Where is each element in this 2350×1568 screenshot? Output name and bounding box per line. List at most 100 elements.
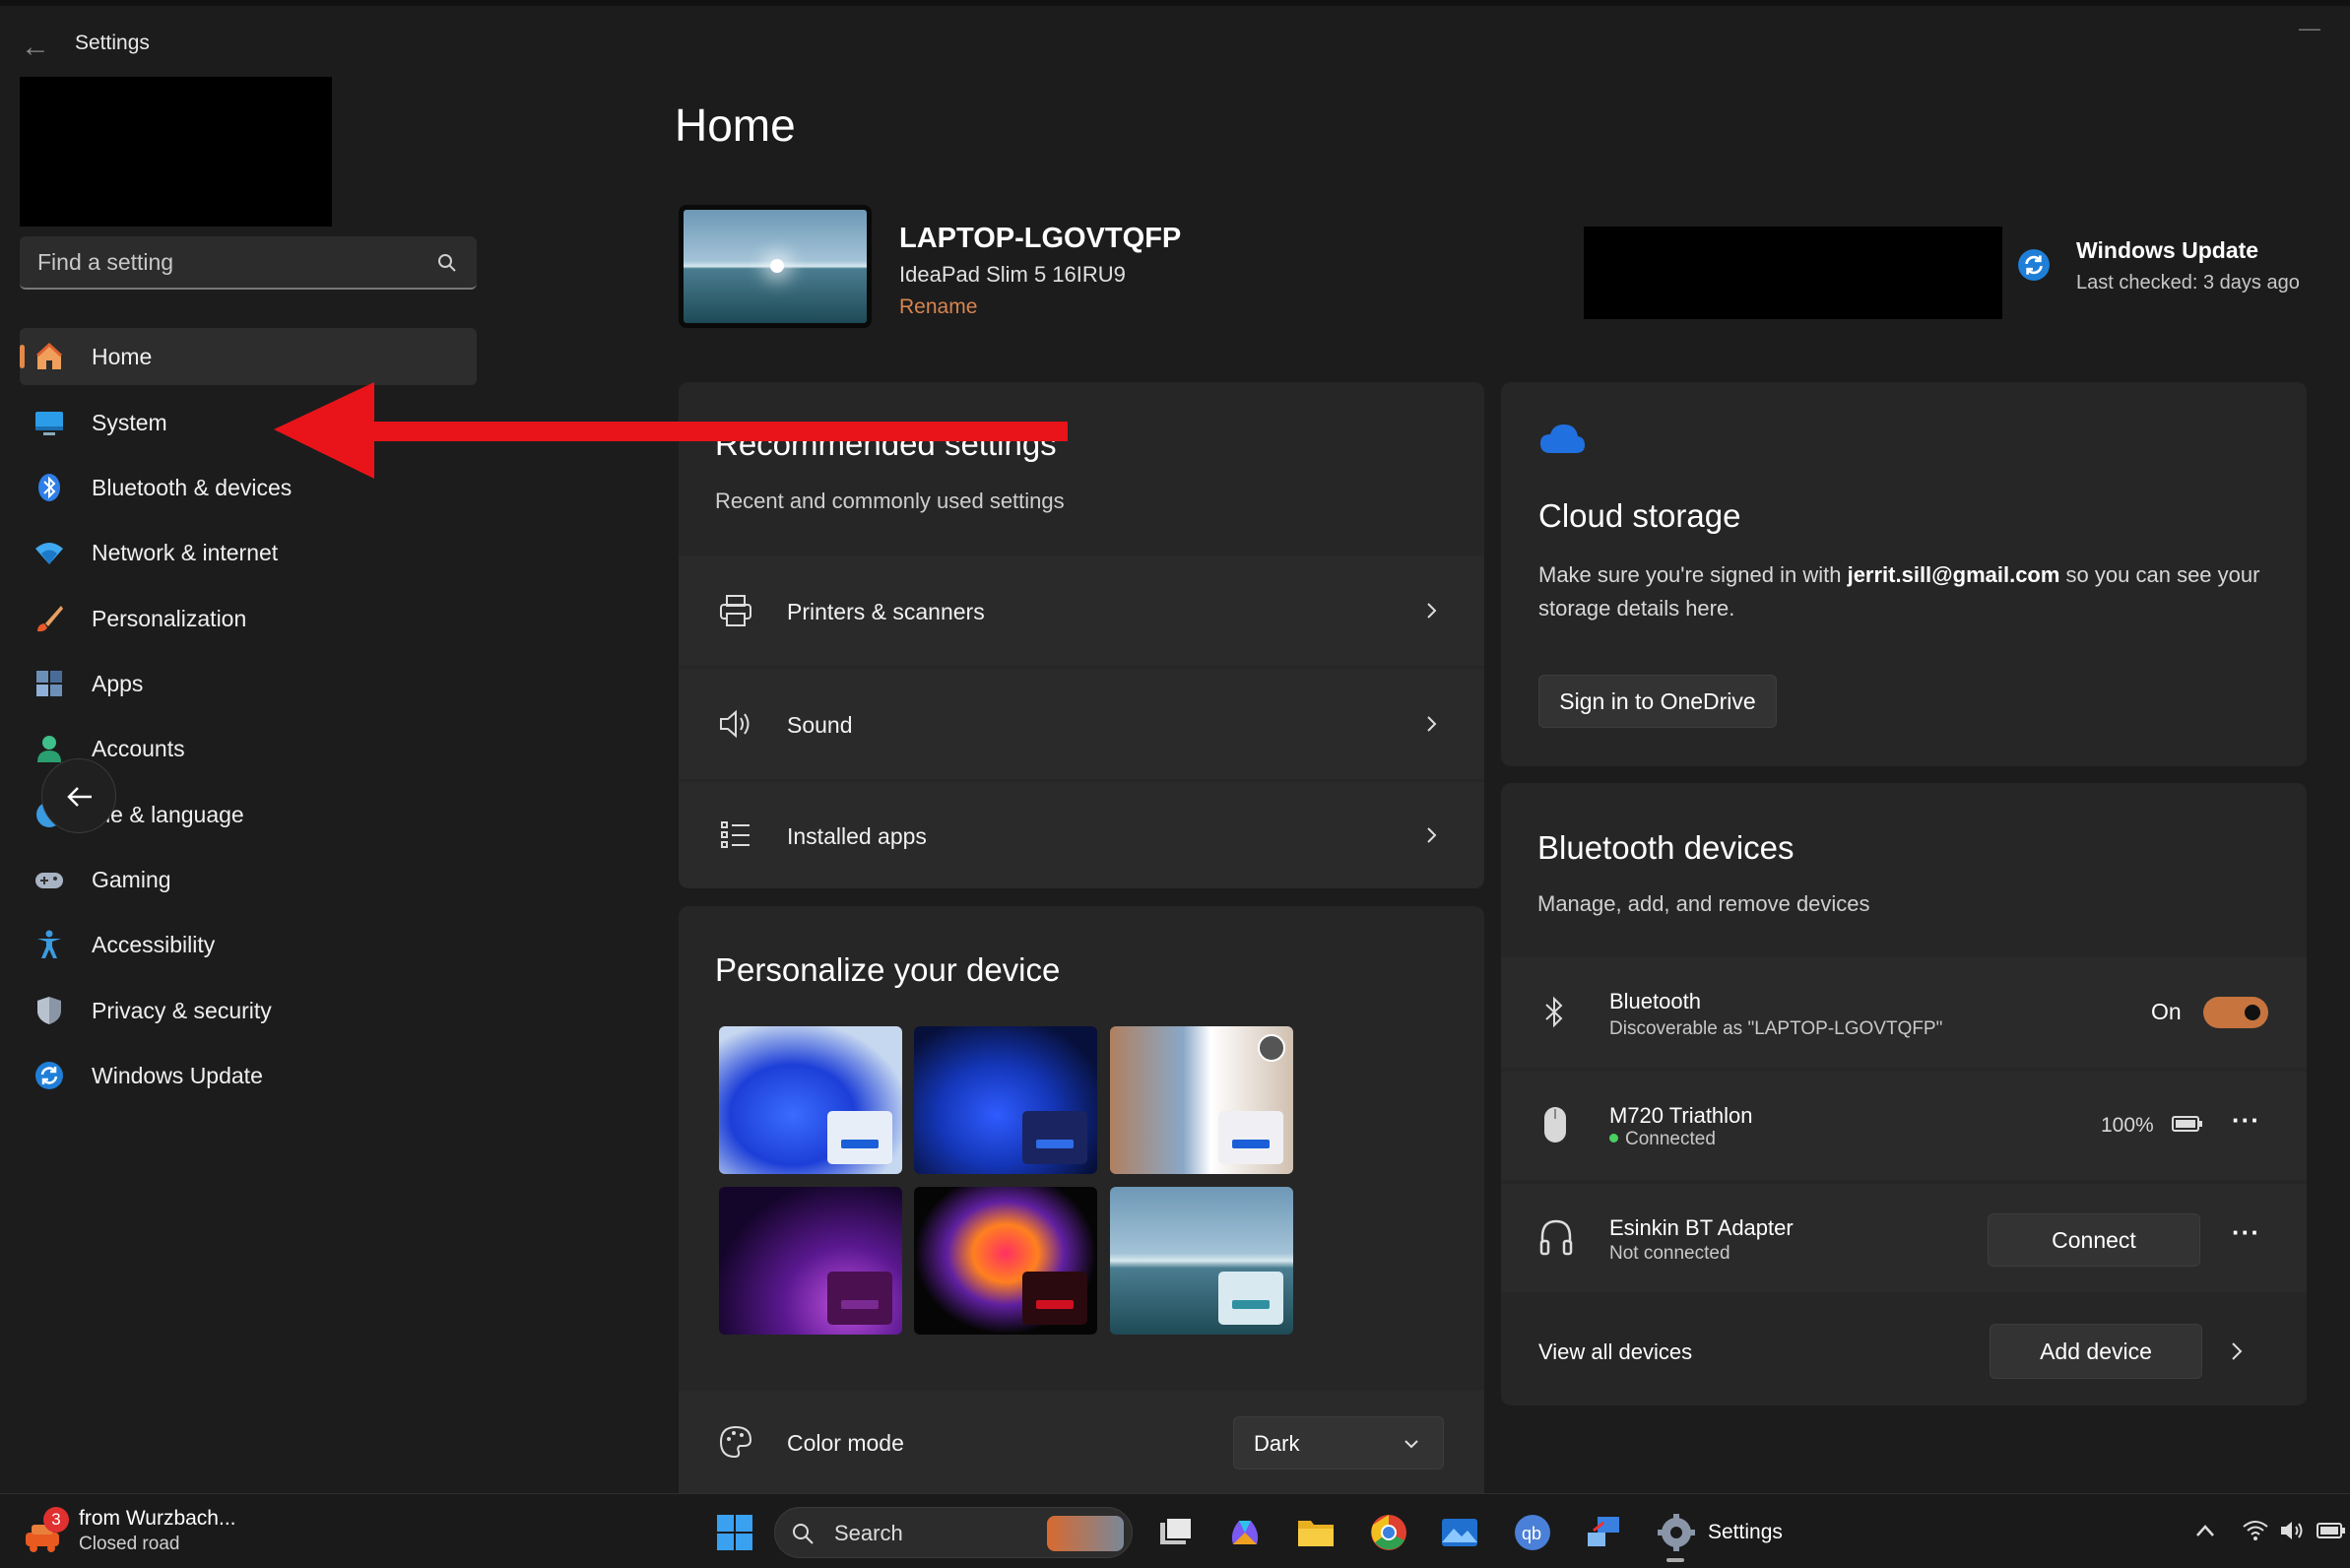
windows-update-title[interactable]: Windows Update [2076,237,2258,264]
spotlight-badge-icon [1258,1034,1285,1062]
wallpaper-thumb-dark-bloom[interactable] [914,1026,1097,1174]
apps-icon [36,671,62,696]
battery-level: 100% [2101,1114,2154,1137]
wallpaper-thumb-glow[interactable] [719,1187,902,1335]
volume-tray-icon[interactable] [2279,1519,2307,1542]
sidebar-item-label: Accessibility [92,931,216,957]
arrow-left-icon [67,787,92,807]
sidebar-item-label: Gaming [92,866,171,892]
sidebar-item-label: Windows Update [92,1062,263,1088]
device-name: LAPTOP-LGOVTQFP [899,223,1182,254]
sidebar-item-accessibility[interactable]: Accessibility [20,916,477,973]
accessibility-icon [37,930,61,958]
sound-row[interactable]: Sound [679,669,1484,779]
task-view-icon[interactable] [1156,1513,1196,1552]
search-input[interactable] [20,236,433,288]
cloud-text-before: Make sure you're signed in with [1538,562,1848,587]
connected-dot [1609,1134,1618,1143]
search-highlight-icon [1047,1516,1124,1551]
rename-link[interactable]: Rename [899,295,977,319]
more-options-icon[interactable]: ··· [2232,1105,2260,1136]
remote-desktop-icon[interactable] [1584,1513,1623,1552]
bluetooth-icon [1545,996,1563,1028]
personalize-title: Personalize your device [715,951,1061,988]
search-icon[interactable] [437,253,457,273]
battery-tray-icon[interactable] [2317,1521,2346,1540]
bluetooth-toggle[interactable] [2203,997,2268,1028]
sidebar-item-personalization[interactable]: Personalization [20,590,477,647]
window-title: Settings [75,32,150,54]
bluetooth-state: On [2151,999,2182,1024]
person-icon [37,736,61,762]
sidebar-item-windows-update[interactable]: Windows Update [20,1047,477,1104]
installed-apps-row[interactable]: Installed apps [679,782,1484,888]
wallpaper-thumb-lake[interactable] [1110,1187,1293,1335]
search-box[interactable] [20,236,477,290]
weather-title[interactable]: from Wurzbach... [79,1507,236,1531]
bluetooth-discoverable: Discoverable as "LAPTOP-LGOVTQFP" [1609,1018,1943,1039]
taskbar-search-label: Search [834,1521,903,1545]
more-options-icon[interactable]: ··· [2232,1217,2260,1248]
redacted-info [1584,227,2002,319]
qbittorrent-icon[interactable]: qb [1513,1513,1552,1552]
copilot-icon[interactable] [1225,1513,1265,1552]
photos-icon[interactable] [1440,1513,1479,1552]
sidebar-item-label: Personalization [92,605,247,631]
update-icon [35,1062,63,1089]
wallpaper-thumb-flow[interactable] [914,1187,1097,1335]
taskbar-search-box[interactable]: Search [774,1507,1133,1558]
windows-start-icon[interactable] [715,1513,754,1552]
add-device-button[interactable]: Add device [1990,1324,2202,1379]
taskbar-settings-label[interactable]: Settings [1708,1521,1783,1544]
color-mode-dropdown[interactable]: Dark [1233,1416,1444,1470]
file-explorer-icon[interactable] [1296,1513,1336,1552]
printer-icon [720,595,751,626]
sidebar-item-apps[interactable]: Apps [20,655,477,712]
device-name: Esinkin BT Adapter [1609,1215,1794,1240]
cloud-storage-text: Make sure you're signed in with jerrit.s… [1538,558,2267,625]
settings-gear-icon[interactable] [1657,1513,1696,1552]
device-row-esinkin[interactable]: Esinkin BT Adapter Not connected Connect… [1501,1184,2307,1292]
active-app-indicator [1666,1558,1684,1562]
windows-update-icon[interactable] [2017,248,2051,282]
device-wallpaper-thumbnail [679,205,872,328]
annotation-arrow [274,382,1068,479]
account-email: jerrit.sill@gmail.com [1847,562,2060,587]
chevron-right-icon[interactable] [2228,1341,2246,1361]
floating-back-button[interactable] [41,758,116,833]
wifi-tray-icon[interactable] [2242,1519,2269,1542]
windows-update-last-checked: Last checked: 3 days ago [2076,272,2300,294]
sidebar-item-gaming[interactable]: Gaming [20,851,477,908]
chevron-up-icon[interactable] [2194,1523,2216,1538]
chrome-icon[interactable] [1369,1513,1408,1552]
sidebar-item-label: Home [92,343,153,369]
color-mode-row: Color mode Dark [679,1391,1484,1493]
sidebar-item-label: Accounts [92,735,185,761]
brush-icon [37,606,63,632]
weather-widget-icon[interactable]: 3 [22,1507,71,1554]
device-row-m720[interactable]: M720 Triathlon Connected 100% ··· [1501,1072,2307,1180]
sidebar-item-privacy[interactable]: Privacy & security [20,982,477,1039]
back-arrow-icon[interactable]: ← [18,30,53,65]
row-label: Sound [787,712,853,738]
wallpaper-thumb-light-bloom[interactable] [719,1026,902,1174]
dropdown-value: Dark [1254,1431,1300,1456]
sidebar-item-label: Bluetooth & devices [92,474,293,500]
printers-scanners-row[interactable]: Printers & scanners [679,555,1484,666]
redacted-profile [20,77,332,227]
sidebar-item-label: Privacy & security [92,997,272,1023]
sign-in-onedrive-button[interactable]: Sign in to OneDrive [1538,675,1777,728]
gamepad-icon [35,873,63,888]
weather-subtitle: Closed road [79,1534,180,1554]
list-icon [721,821,750,848]
speaker-icon [720,709,750,739]
notification-badge: 3 [43,1507,69,1533]
connect-button[interactable]: Connect [1988,1213,2200,1267]
sidebar-item-network[interactable]: Network & internet [20,524,477,581]
minimize-button[interactable]: — [2295,16,2324,40]
bluetooth-toggle-row: Bluetooth Discoverable as "LAPTOP-LGOVTQ… [1501,957,2307,1068]
monitor-icon [35,412,63,435]
view-all-devices-link[interactable]: View all devices [1538,1339,1692,1365]
wallpaper-thumb-spotlight[interactable] [1110,1026,1293,1174]
battery-icon [2172,1116,2202,1132]
